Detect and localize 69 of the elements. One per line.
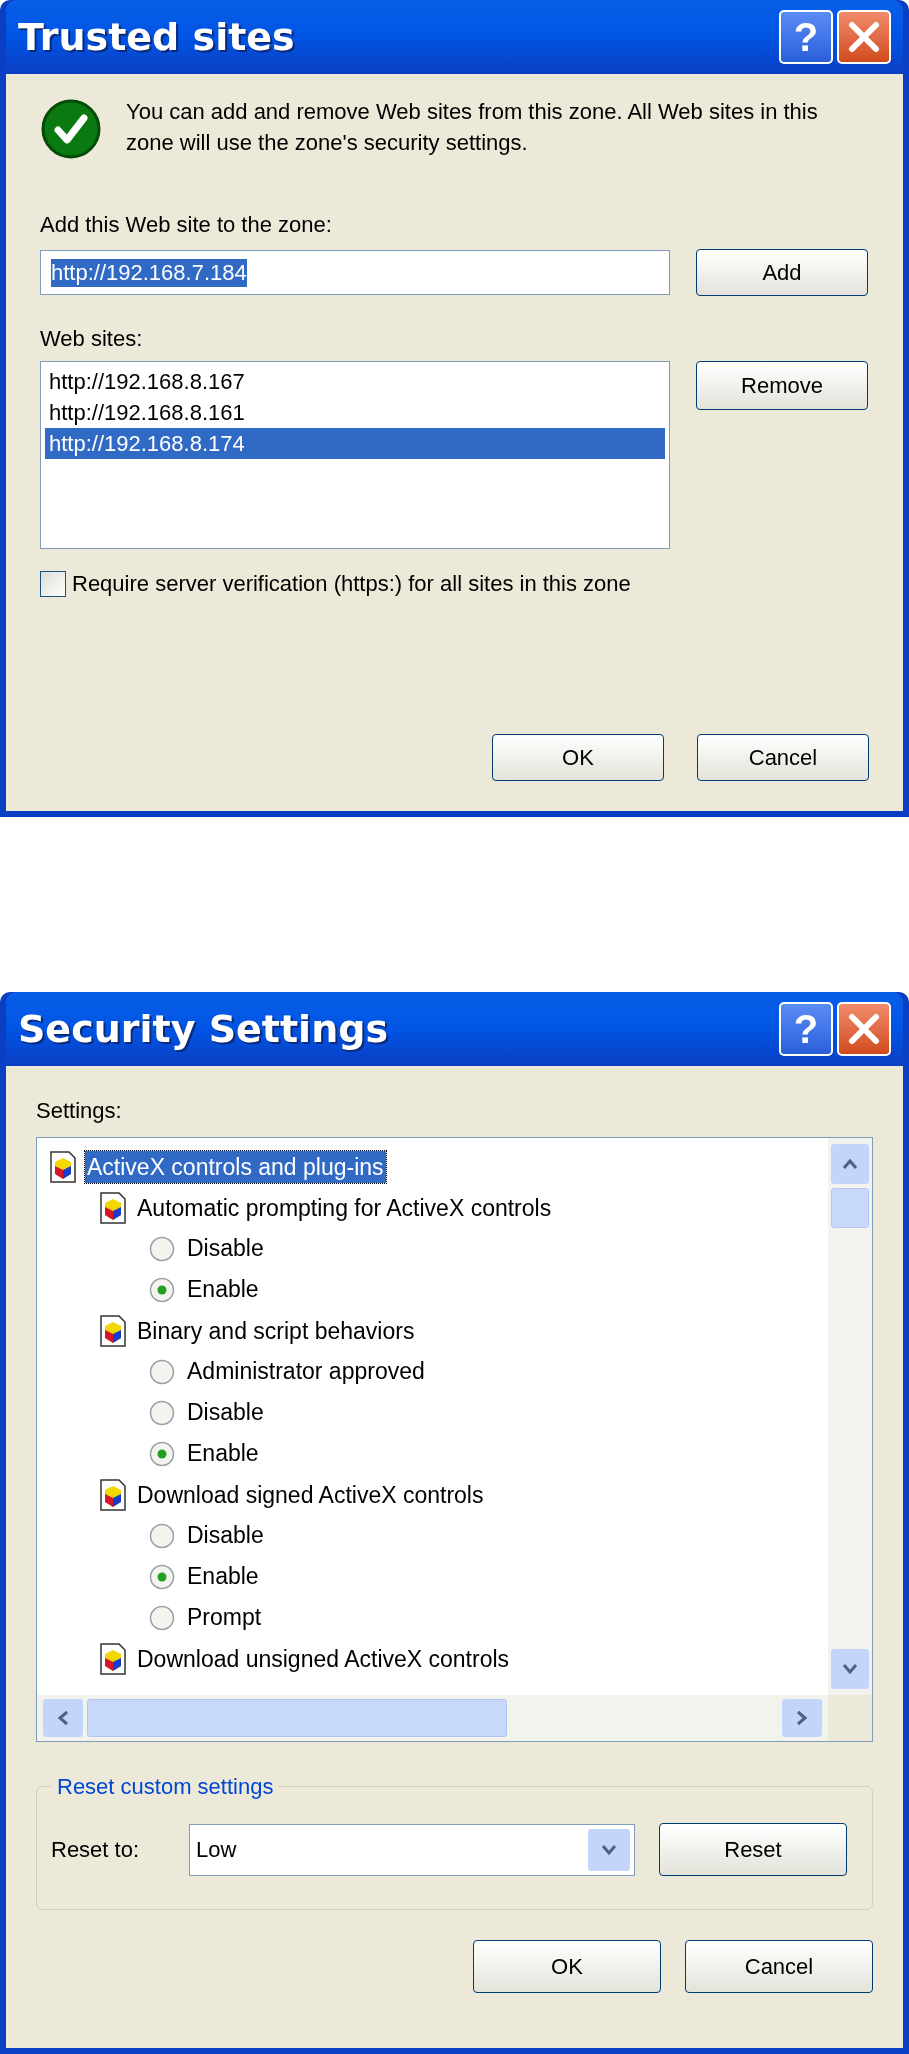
reset-to-label: Reset to: <box>51 1836 141 1864</box>
scroll-down-button[interactable] <box>831 1649 869 1689</box>
settings-label: Settings: <box>36 1097 122 1125</box>
scroll-left-button[interactable] <box>43 1699 83 1737</box>
close-icon <box>847 1012 881 1046</box>
window-title: Security Settings <box>18 1010 389 1048</box>
reset-button[interactable]: Reset <box>659 1823 847 1876</box>
checkbox[interactable] <box>40 570 66 597</box>
check-icon <box>40 98 102 160</box>
group-legend: Reset custom settings <box>51 1770 280 1803</box>
chevron-down-icon <box>601 1843 617 1856</box>
chevron-right-icon <box>796 1710 808 1726</box>
chevron-up-icon <box>842 1158 858 1170</box>
radio-button[interactable] <box>149 1235 175 1262</box>
radio-label: Disable <box>187 1521 264 1551</box>
remove-button[interactable]: Remove <box>696 361 868 410</box>
scroll-thumb[interactable] <box>87 1699 507 1737</box>
radio-label: Enable <box>187 1439 259 1469</box>
scrollbar-corner <box>828 1695 872 1741</box>
ok-button[interactable]: OK <box>473 1940 661 1993</box>
settings-node-icon <box>99 1641 127 1676</box>
tree-item[interactable]: Download signed ActiveX controls <box>135 1478 486 1511</box>
tree-item[interactable]: ActiveX controls and plug-ins <box>85 1150 386 1183</box>
radio-button[interactable] <box>149 1604 175 1631</box>
site-list-item[interactable]: http://192.168.8.161 <box>45 397 665 428</box>
settings-node-icon <box>99 1190 127 1225</box>
add-site-field[interactable]: http://192.168.7.184 <box>40 250 670 295</box>
info-text: You can add and remove Web sites from this zone. All Web sites in this zone will use the zone's security settings. <box>126 98 819 157</box>
cancel-button[interactable]: Cancel <box>685 1940 873 1993</box>
radio-label: Enable <box>187 1275 259 1305</box>
scroll-right-button[interactable] <box>782 1699 822 1737</box>
radio-label: Enable <box>187 1562 259 1592</box>
close-icon <box>847 20 881 54</box>
close-button[interactable] <box>837 1002 891 1056</box>
radio-button[interactable] <box>149 1399 175 1426</box>
help-button[interactable]: ? <box>779 1002 833 1056</box>
add-button[interactable]: Add <box>696 249 868 296</box>
radio-label: Disable <box>187 1398 264 1428</box>
scroll-thumb[interactable] <box>831 1188 869 1228</box>
settings-node-icon <box>49 1149 77 1184</box>
radio-button[interactable] <box>149 1440 175 1467</box>
window-title: Trusted sites <box>18 18 295 56</box>
settings-node-icon <box>99 1313 127 1348</box>
require-https-label: Require server verification (https:) for all sites in this zone <box>72 570 631 598</box>
web-sites-label: Web sites: <box>40 325 143 353</box>
radio-label: Prompt <box>187 1603 262 1633</box>
help-button[interactable]: ? <box>779 10 833 64</box>
radio-button[interactable] <box>149 1563 175 1590</box>
close-button[interactable] <box>837 10 891 64</box>
radio-label: Administrator approved <box>187 1357 425 1387</box>
tree-item[interactable]: Automatic prompting for ActiveX controls <box>135 1191 554 1224</box>
radio-button[interactable] <box>149 1358 175 1385</box>
site-list-item[interactable]: http://192.168.8.174 <box>45 428 665 459</box>
radio-button[interactable] <box>149 1522 175 1549</box>
scroll-up-button[interactable] <box>831 1144 869 1184</box>
ok-button[interactable]: OK <box>492 734 664 781</box>
cancel-button[interactable]: Cancel <box>697 734 869 781</box>
add-site-label: Add this Web site to the zone: <box>40 211 332 239</box>
tree-item[interactable]: Binary and script behaviors <box>135 1314 417 1347</box>
vertical-scrollbar[interactable] <box>828 1138 872 1695</box>
tree-item[interactable]: Download unsigned ActiveX controls <box>135 1642 512 1675</box>
radio-label: Disable <box>187 1234 264 1264</box>
chevron-down-icon <box>842 1663 858 1675</box>
radio-button[interactable] <box>149 1276 175 1303</box>
site-list-item[interactable]: http://192.168.8.167 <box>45 366 665 397</box>
reset-level-select[interactable]: Low <box>189 1823 635 1876</box>
chevron-left-icon <box>57 1710 69 1726</box>
horizontal-scrollbar[interactable] <box>37 1695 828 1741</box>
settings-node-icon <box>99 1477 127 1512</box>
